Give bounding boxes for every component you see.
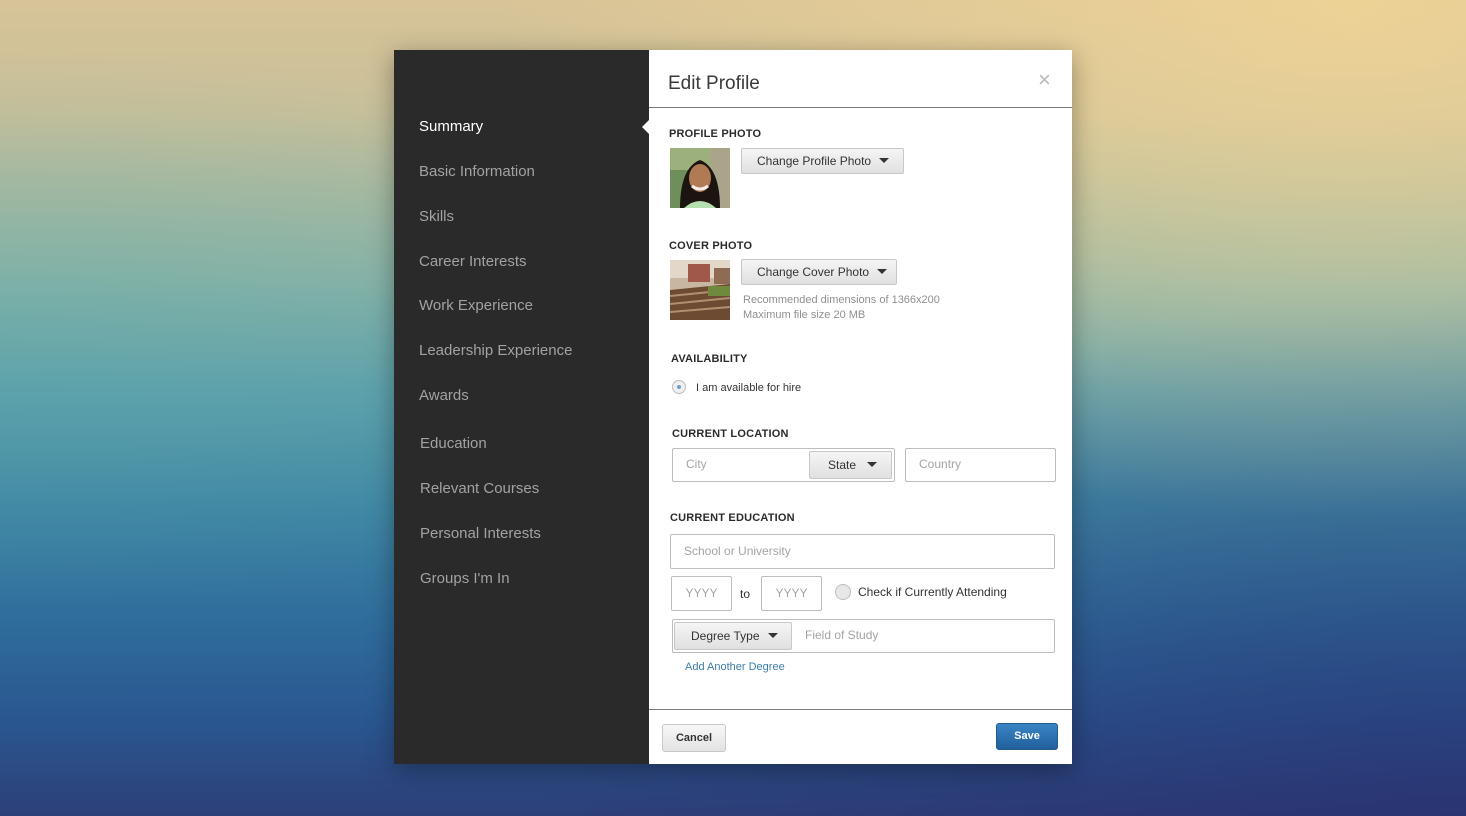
radio-selected-dot <box>677 385 681 389</box>
sidebar-item-awards[interactable]: Awards <box>419 387 469 404</box>
school-placeholder: School or University <box>684 544 791 558</box>
change-cover-photo-button[interactable]: Change Cover Photo <box>741 259 897 285</box>
city-placeholder: City <box>686 457 707 471</box>
active-section-pointer <box>642 120 649 134</box>
sidebar-item-relevant-courses[interactable]: Relevant Courses <box>420 480 539 497</box>
edit-profile-modal: Summary Basic Information Skills Career … <box>394 50 1072 764</box>
state-dropdown-label: State <box>828 458 857 472</box>
availability-label: AVAILABILITY <box>671 353 748 365</box>
sidebar-item-work-experience[interactable]: Work Experience <box>419 297 533 314</box>
year-range-to-label: to <box>740 587 751 601</box>
chevron-down-icon <box>879 158 890 164</box>
sidebar-item-summary[interactable]: Summary <box>419 118 483 135</box>
school-field[interactable]: School or University <box>670 534 1055 569</box>
sidebar-item-basic-information[interactable]: Basic Information <box>419 163 535 180</box>
available-for-hire-radio[interactable] <box>672 380 686 394</box>
sidebar-item-career-interests[interactable]: Career Interests <box>419 253 527 270</box>
sidebar-item-personal-interests[interactable]: Personal Interests <box>420 525 541 542</box>
save-button[interactable]: Save <box>996 723 1058 750</box>
dialog-title: Edit Profile <box>668 73 760 94</box>
chevron-down-icon <box>767 633 778 639</box>
end-year-field[interactable]: YYYY <box>761 576 822 611</box>
cover-dimensions-hint: Recommended dimensions of 1366x200 <box>743 294 940 306</box>
change-cover-photo-label: Change Cover Photo <box>757 265 870 279</box>
available-for-hire-label: I am available for hire <box>696 382 802 394</box>
cover-size-hint: Maximum file size 20 MB <box>743 309 866 321</box>
sidebar-item-skills[interactable]: Skills <box>419 208 454 225</box>
close-icon[interactable]: × <box>1038 68 1051 92</box>
sidebar-item-groups[interactable]: Groups I'm In <box>420 570 510 587</box>
cover-photo-thumbnail <box>670 260 730 320</box>
state-dropdown[interactable]: State <box>809 451 892 479</box>
degree-type-dropdown[interactable]: Degree Type <box>674 622 792 650</box>
add-another-degree-link[interactable]: Add Another Degree <box>685 661 785 673</box>
start-year-field[interactable]: YYYY <box>671 576 732 611</box>
chevron-down-icon <box>867 462 878 468</box>
cover-photo-label: COVER PHOTO <box>669 240 753 252</box>
profile-photo-thumbnail <box>670 148 730 208</box>
field-of-study-input[interactable]: Field of Study <box>805 620 878 650</box>
profile-photo-label: PROFILE PHOTO <box>669 128 762 140</box>
sidebar-item-education[interactable]: Education <box>420 435 487 452</box>
sidebar-item-leadership-experience[interactable]: Leadership Experience <box>419 342 572 359</box>
change-profile-photo-label: Change Profile Photo <box>757 154 872 168</box>
dialog-header: Edit Profile × <box>649 50 1072 108</box>
currently-attending-label: Check if Currently Attending <box>858 585 1007 599</box>
start-year-placeholder: YYYY <box>685 586 718 600</box>
profile-sections-sidebar: Summary Basic Information Skills Career … <box>394 50 649 764</box>
country-field[interactable]: Country <box>905 448 1056 482</box>
country-placeholder: Country <box>919 457 962 471</box>
edit-profile-panel: Edit Profile × PROFILE PHOTO Change Prof… <box>642 50 1072 764</box>
current-education-label: CURRENT EDUCATION <box>670 512 795 524</box>
degree-type-label: Degree Type <box>691 629 760 643</box>
current-location-label: CURRENT LOCATION <box>672 428 789 440</box>
cancel-button[interactable]: Cancel <box>662 724 726 752</box>
currently-attending-checkbox[interactable] <box>835 584 851 600</box>
end-year-placeholder: YYYY <box>775 586 808 600</box>
chevron-down-icon <box>877 269 888 275</box>
change-profile-photo-button[interactable]: Change Profile Photo <box>741 148 904 174</box>
